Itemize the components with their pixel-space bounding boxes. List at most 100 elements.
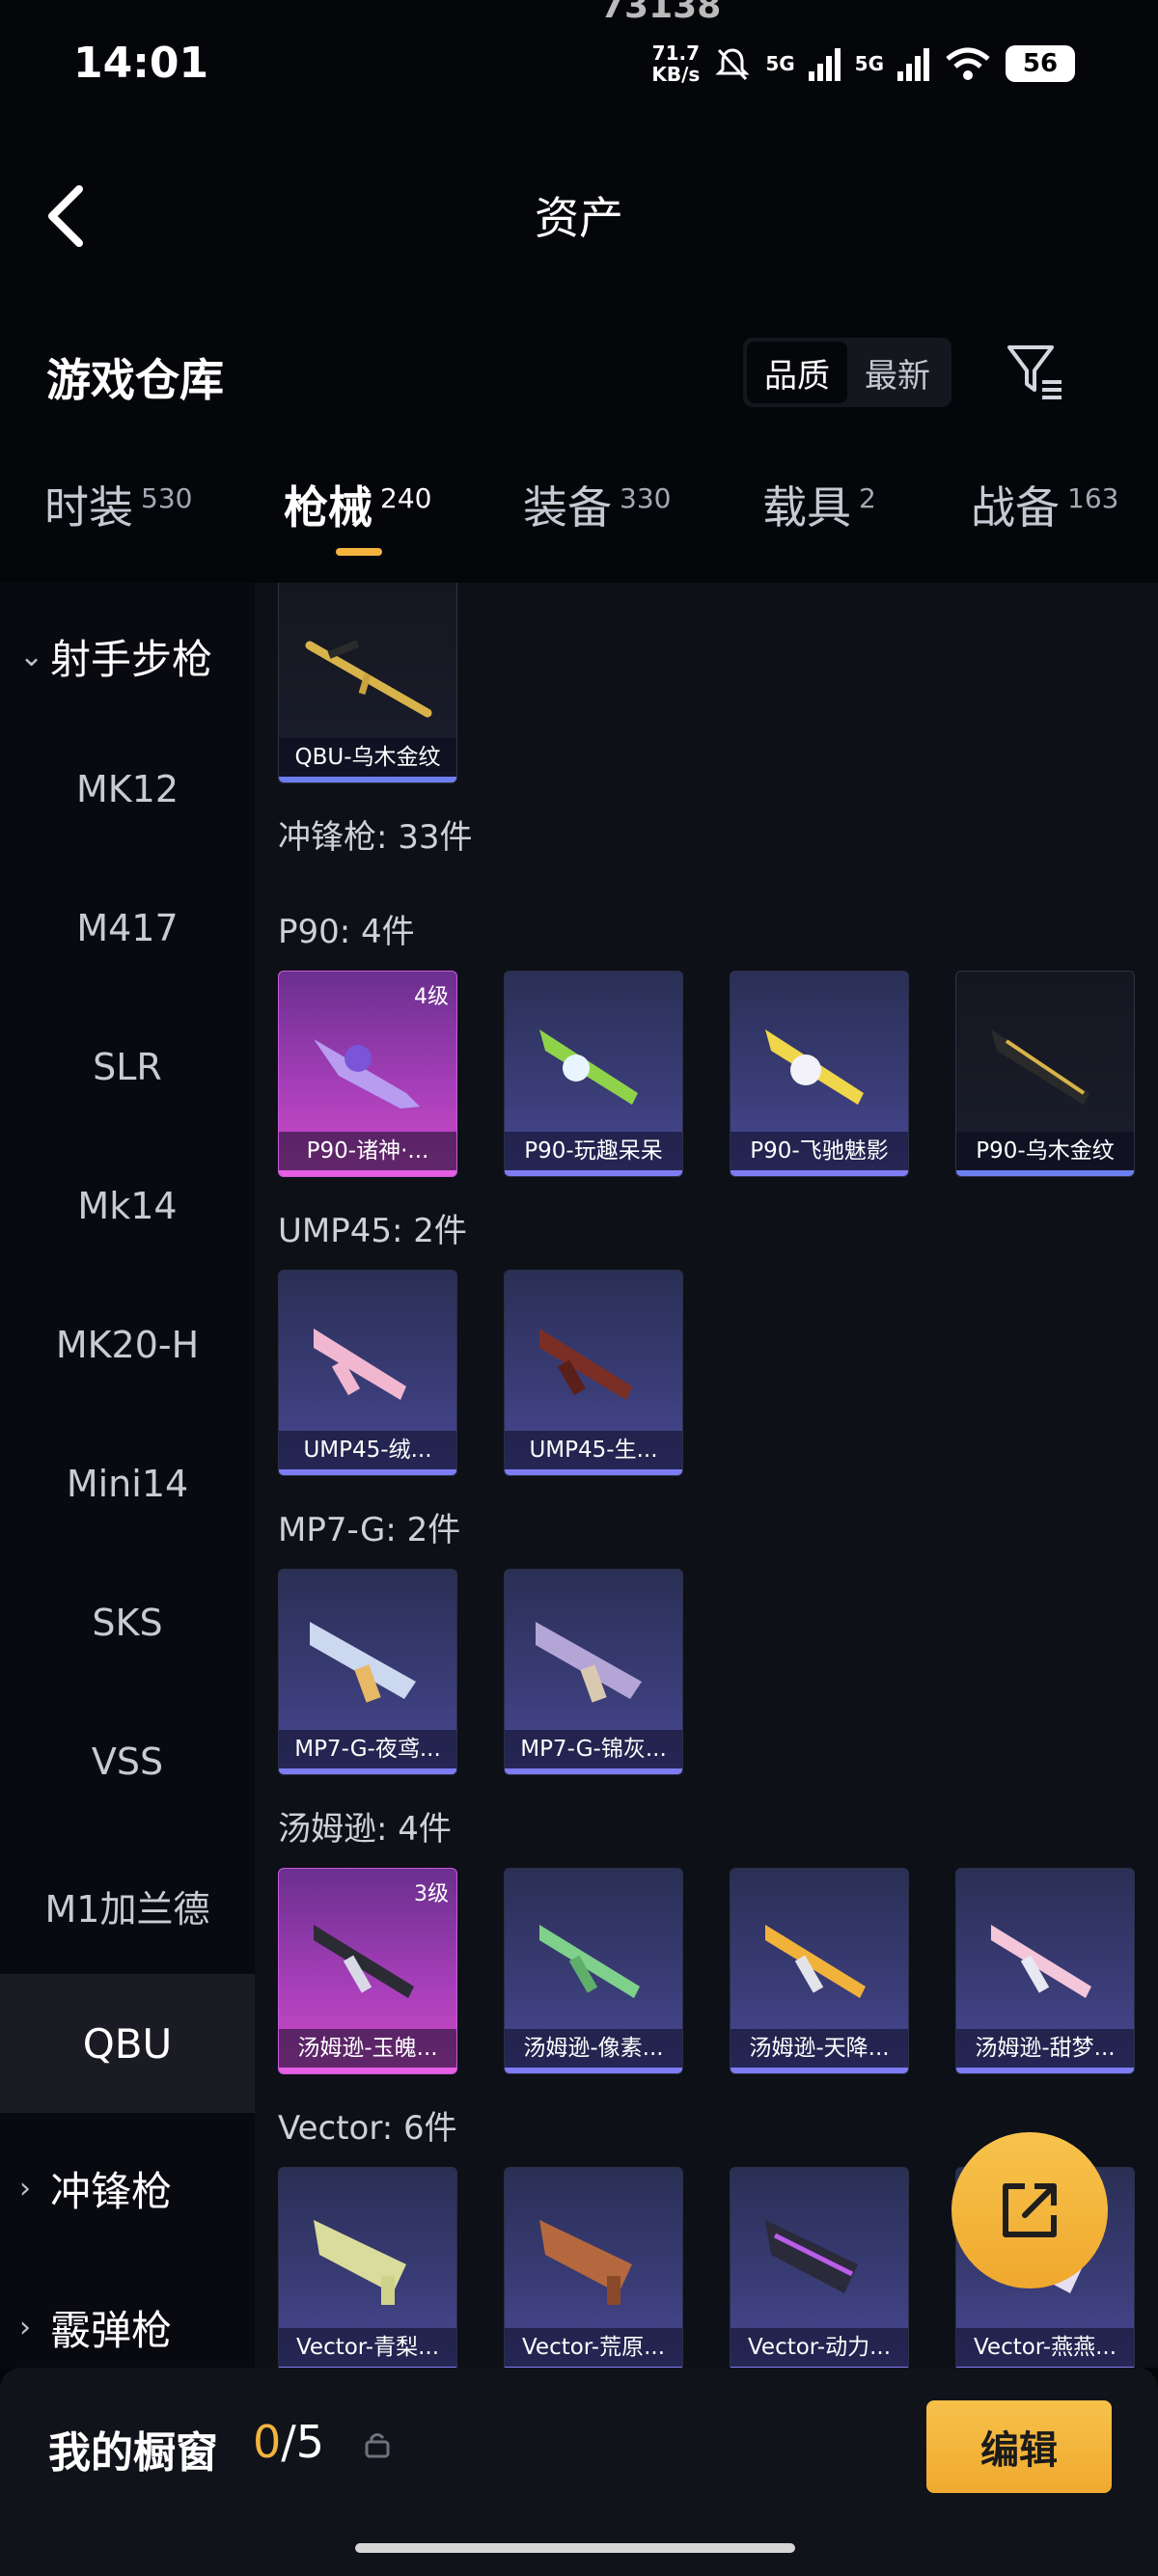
tab-equipment[interactable]: 装备 330	[523, 473, 671, 536]
weapon-grid: QBU-乌木金纹 冲锋枪: 33件 P90: 4件 4级 P90-诸神·... …	[255, 583, 1158, 2368]
rarity-bar	[956, 1170, 1134, 1176]
sidebar-item-mini14[interactable]: Mini14	[0, 1463, 255, 1505]
status-icons: 71.7 KB/s 5G 5G 56	[651, 39, 1075, 89]
status-bar: 73138 14:01 71.7 KB/s 5G 5G 56	[0, 0, 1158, 125]
group-title-vector: Vector: 6件	[278, 2109, 457, 2148]
sidebar-group-smg[interactable]: › 冲锋枪	[19, 2159, 172, 2218]
sim1-label: 5G	[765, 52, 795, 75]
smg-icon	[765, 1925, 866, 1998]
group-title-smg: 冲锋枪: 33件	[278, 818, 473, 857]
tab-fashion[interactable]: 时装 530	[44, 473, 192, 536]
smg-icon	[991, 1029, 1089, 1105]
nav-bar: 资产	[0, 154, 1158, 270]
sim2-label: 5G	[854, 52, 884, 75]
smg-icon	[314, 1329, 406, 1400]
chevron-down-icon: ⌄	[19, 640, 44, 673]
smg-icon	[539, 2220, 632, 2305]
rarity-bar	[279, 2068, 456, 2073]
rarity-bar	[505, 1768, 682, 1774]
weapon-card[interactable]: 汤姆逊-像素...	[504, 1868, 683, 2074]
chevron-right-icon: ›	[19, 2311, 31, 2344]
mute-bell-icon	[715, 48, 750, 81]
warehouse-title: 游戏仓库	[46, 354, 224, 406]
rarity-bar	[279, 777, 456, 782]
active-tab-indicator	[336, 548, 382, 556]
weapon-card[interactable]: P90-飞驰魅影	[730, 971, 909, 1177]
weapon-card[interactable]: Vector-动力...	[730, 2167, 909, 2368]
weapon-card[interactable]: MP7-G-夜鸢...	[278, 1569, 457, 1775]
smg-icon	[536, 1622, 642, 1703]
weapon-card[interactable]: 汤姆逊-天降...	[730, 1868, 909, 2074]
sidebar-item-sks[interactable]: SKS	[0, 1602, 255, 1644]
group-title-p90: P90: 4件	[278, 913, 415, 951]
showcase-label: 我的橱窗	[48, 2428, 218, 2478]
rarity-bar	[279, 1469, 456, 1475]
rarity-bar	[505, 1469, 682, 1475]
filter-icon[interactable]	[1004, 340, 1065, 401]
rarity-bar	[505, 2068, 682, 2073]
notch-text: 73138	[600, 0, 722, 26]
weapon-card[interactable]: P90-玩趣呆呆	[504, 971, 683, 1177]
group-title-mp7g: MP7-G: 2件	[278, 1511, 461, 1549]
home-indicator[interactable]	[355, 2543, 795, 2553]
sidebar-group-marksman[interactable]: ⌄ 射手步枪	[19, 627, 212, 686]
smg-icon	[314, 1039, 420, 1109]
weapon-card[interactable]: QBU-乌木金纹	[278, 583, 457, 783]
network-speed: 71.7 KB/s	[651, 41, 701, 86]
sidebar-item-vss[interactable]: VSS	[0, 1740, 255, 1783]
sidebar-item-m1-garand[interactable]: M1加兰德	[0, 1879, 255, 1932]
smg-icon	[539, 1029, 638, 1105]
smg-icon	[314, 1925, 414, 1998]
edit-button[interactable]: 编辑	[926, 2400, 1112, 2493]
sidebar-item-mk20h[interactable]: MK20-H	[0, 1324, 255, 1366]
weapon-card[interactable]: UMP45-绒...	[278, 1270, 457, 1476]
group-title-thompson: 汤姆逊: 4件	[278, 1810, 452, 1849]
rarity-bar	[731, 2068, 908, 2073]
sort-newest-button[interactable]: 最新	[847, 342, 948, 403]
smg-icon	[314, 2220, 406, 2305]
smg-icon	[991, 1925, 1091, 1998]
showcase-count: 0/5	[253, 2416, 325, 2468]
weapon-card[interactable]: 汤姆逊-甜梦...	[955, 1868, 1135, 2074]
share-external-icon	[1003, 2183, 1057, 2237]
sort-toggle: 品质 最新	[743, 338, 951, 407]
rarity-bar	[956, 2068, 1134, 2073]
smg-icon	[765, 2220, 858, 2293]
smg-icon	[539, 1329, 632, 1400]
tab-guns[interactable]: 枪械 240	[284, 473, 431, 536]
wifi-icon	[946, 47, 990, 80]
rifle-icon	[305, 640, 432, 718]
smg-icon	[765, 1029, 864, 1105]
weapon-card[interactable]: MP7-G-锦灰...	[504, 1569, 683, 1775]
weapon-card[interactable]: 3级 汤姆逊-玉魄...	[278, 1868, 457, 2074]
sort-quality-button[interactable]: 品质	[747, 342, 847, 403]
weapon-card[interactable]: Vector-青梨...	[278, 2167, 457, 2368]
weapon-card[interactable]: UMP45-生...	[504, 1270, 683, 1476]
smg-icon	[539, 1925, 640, 1998]
share-button[interactable]	[951, 2132, 1108, 2288]
sidebar-item-mk14[interactable]: Mk14	[0, 1185, 255, 1227]
battery-indicator: 56	[1006, 45, 1075, 82]
tab-combat-gear[interactable]: 战备 163	[971, 473, 1118, 536]
weapon-card[interactable]: P90-乌木金纹	[955, 971, 1135, 1177]
sidebar-item-mk12[interactable]: MK12	[0, 768, 255, 810]
weapon-card[interactable]: 4级 P90-诸神·...	[278, 971, 457, 1177]
sidebar-group-shotgun[interactable]: › 霰弹枪	[19, 2298, 172, 2357]
tab-vehicles[interactable]: 载具 2	[762, 473, 876, 536]
category-tabs: 时装 530 枪械 240 装备 330 载具 2 战备 163	[0, 473, 1158, 560]
sidebar-item-qbu[interactable]: QBU	[0, 1974, 255, 2113]
sidebar-item-m417[interactable]: M417	[0, 907, 255, 949]
signal-icon	[897, 48, 929, 81]
smg-icon	[310, 1622, 416, 1703]
rarity-bar	[279, 1170, 456, 1176]
sidebar-item-slr[interactable]: SLR	[0, 1046, 255, 1088]
signal-icon	[808, 48, 841, 81]
weapon-card[interactable]: Vector-荒原...	[504, 2167, 683, 2368]
group-title-ump45: UMP45: 2件	[278, 1212, 467, 1250]
lock-icon	[365, 2433, 390, 2458]
rarity-bar	[505, 1170, 682, 1176]
chevron-right-icon: ›	[19, 2172, 31, 2206]
rarity-bar	[279, 1768, 456, 1774]
weapon-category-sidebar: ⌄ 射手步枪 MK12 M417 SLR Mk14 MK20-H Mini14 …	[0, 583, 255, 2368]
rarity-bar	[731, 1170, 908, 1176]
